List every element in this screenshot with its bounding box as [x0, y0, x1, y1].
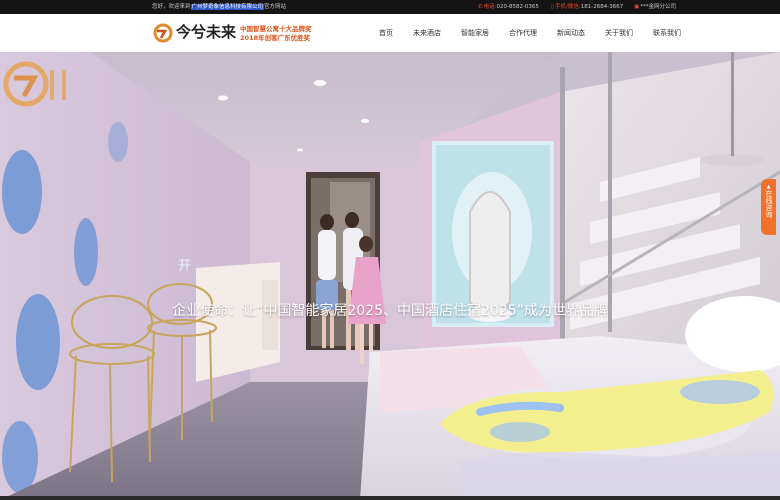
top-info-bar: 您好，欢迎来到广州梦奇象信息科技有限公司官方网站 ✆电话:020-8582-03…: [0, 0, 780, 14]
greeting-text: 您好，欢迎来到: [152, 4, 191, 10]
watermark-logo-icon: [3, 61, 66, 107]
site-header: 今兮未来 中国智慧公寓十大品牌奖 2018年创客广东优胜奖 首页 未来酒店 智能…: [0, 14, 780, 53]
home-icon: ▣: [634, 4, 640, 10]
phone-label: 电话:: [483, 4, 497, 10]
hero-mark-text: 开: [178, 259, 192, 274]
mobile-number: 181-2684-3667: [580, 4, 624, 10]
nav-partner[interactable]: 合作代理: [509, 14, 537, 52]
nav-news[interactable]: 新闻动态: [557, 14, 585, 52]
phone-contact: ✆电话:020-8582-0365: [478, 0, 539, 14]
logo-mark-icon[interactable]: [152, 22, 174, 44]
nav-smart-home[interactable]: 智能家居: [461, 14, 489, 52]
mobile-icon: ▯: [551, 4, 555, 10]
online-consult-label: 在线咨询: [765, 190, 773, 218]
online-consult-button[interactable]: ▲ 在线咨询: [761, 179, 776, 235]
branch-text: ***金网分公司: [640, 4, 676, 10]
phone-number: 020-8582-0365: [496, 4, 539, 10]
hero-banner[interactable]: 开 企业使命：让“中国智能家居2025、中国酒店住宿2025”成为世界品牌 ▲ …: [0, 52, 780, 500]
nav-contact[interactable]: 联系我们: [653, 14, 681, 52]
company-name[interactable]: 广州梦奇象信息科技有限公司: [190, 4, 265, 10]
award-text: 中国智慧公寓十大品牌奖 2018年创客广东优胜奖: [240, 25, 312, 42]
mobile-label: 手机/微信:: [555, 4, 581, 10]
mission-statement: 企业使命：让“中国智能家居2025、中国酒店住宿2025”成为世界品牌: [172, 303, 608, 319]
bottom-edge: [0, 496, 780, 500]
hero-room-image: [0, 52, 780, 500]
nav-future-hotel[interactable]: 未来酒店: [413, 14, 441, 52]
phone-icon: ✆: [478, 4, 483, 10]
award-line-1: 中国智慧公寓十大品牌奖: [240, 25, 312, 33]
logo-text[interactable]: 今兮未来: [176, 23, 236, 41]
mobile-contact: ▯手机/微信:181-2684-3667: [551, 0, 623, 14]
branch-link[interactable]: ▣***金网分公司: [634, 0, 676, 14]
nav-home[interactable]: 首页: [379, 14, 393, 52]
greeting-suffix: 官方网站: [264, 4, 287, 10]
welcome-text: 您好，欢迎来到广州梦奇象信息科技有限公司官方网站: [152, 0, 286, 14]
award-line-2: 2018年创客广东优胜奖: [240, 33, 311, 42]
nav-about[interactable]: 关于我们: [605, 14, 633, 52]
